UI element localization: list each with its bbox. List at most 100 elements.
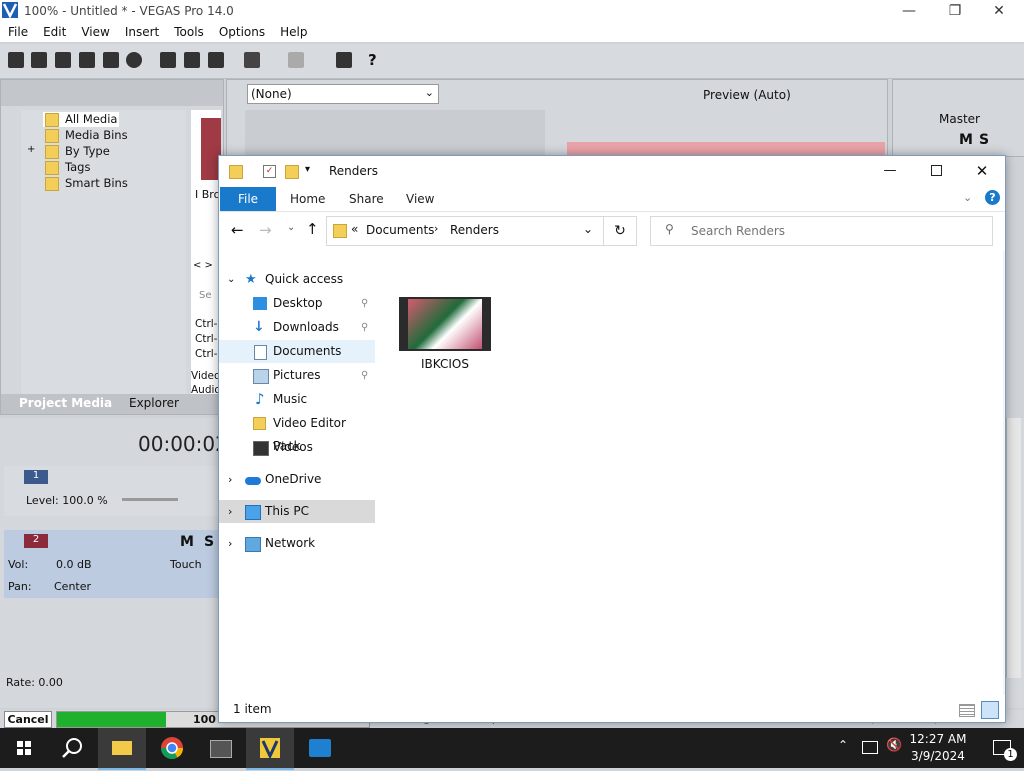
menu-edit[interactable]: Edit: [35, 22, 73, 39]
tab-explorer[interactable]: Explorer: [129, 396, 179, 410]
nav-pictures[interactable]: Pictures ⚲: [219, 364, 375, 387]
nav-videos[interactable]: Videos: [219, 436, 375, 459]
menu-options[interactable]: Options: [211, 22, 272, 39]
nav-network[interactable]: › Network: [219, 532, 375, 555]
menu-view[interactable]: View: [73, 22, 116, 39]
breadcrumb-separator-icon[interactable]: ›: [434, 222, 438, 235]
explorer-close-button[interactable]: ✕: [959, 156, 1005, 186]
save-icon[interactable]: [55, 52, 71, 68]
tree-item-tags[interactable]: Tags: [45, 160, 90, 175]
details-view-icon[interactable]: [959, 704, 975, 717]
tab-project-media[interactable]: Project Media: [19, 396, 112, 410]
breadcrumb-documents[interactable]: Documents: [366, 223, 434, 237]
help-icon[interactable]: ?: [368, 52, 384, 68]
track-2-mute-button[interactable]: M: [180, 534, 194, 550]
redo-icon[interactable]: [288, 52, 304, 68]
render-icon[interactable]: [103, 52, 119, 68]
menu-help[interactable]: Help: [272, 22, 314, 39]
preview-dropdown[interactable]: (None) ⌄: [247, 84, 439, 104]
tree-item-by-type[interactable]: By Type: [45, 144, 110, 159]
address-bar[interactable]: « Documents › Renders ⌄: [326, 216, 604, 246]
ribbon-tab-home[interactable]: Home: [290, 192, 325, 206]
pin-icon[interactable]: ⚲: [361, 292, 368, 315]
taskbar-vegas-pro[interactable]: [246, 728, 294, 770]
new-icon[interactable]: [8, 52, 24, 68]
taskbar-video-editor[interactable]: [296, 728, 344, 768]
expanded-chevron-icon[interactable]: ⌄: [227, 268, 235, 291]
address-dropdown-chevron-icon[interactable]: ⌄: [583, 222, 593, 236]
track-2-solo-button[interactable]: S: [204, 534, 214, 550]
nav-desktop[interactable]: Desktop ⚲: [219, 292, 375, 315]
taskbar-file-explorer[interactable]: [98, 728, 146, 770]
timeline-vertical-scrollbar[interactable]: [1006, 418, 1021, 678]
nav-quick-access[interactable]: ⌄ ★ Quick access: [219, 268, 375, 291]
collapsed-chevron-icon[interactable]: ›: [228, 468, 232, 491]
nav-music[interactable]: ♪ Music: [219, 388, 375, 411]
notification-center-button[interactable]: 1: [978, 728, 1024, 768]
edit-tool-icon[interactable]: [336, 52, 352, 68]
new-folder-icon[interactable]: [285, 165, 299, 179]
back-arrow-icon[interactable]: ←: [231, 221, 244, 239]
ribbon-expand-chevron-icon[interactable]: ⌄: [963, 191, 972, 204]
explorer-maximize-button[interactable]: [913, 156, 959, 186]
search-taskbar-button[interactable]: [48, 728, 96, 768]
tree-item-smart-bins[interactable]: Smart Bins: [45, 176, 128, 191]
up-arrow-icon[interactable]: ↑: [306, 220, 319, 238]
network-tray-icon[interactable]: [862, 741, 878, 754]
copy-icon[interactable]: [184, 52, 200, 68]
cut-icon[interactable]: [160, 52, 176, 68]
properties-gear-icon[interactable]: [126, 52, 142, 68]
explorer-minimize-button[interactable]: —: [867, 156, 913, 186]
breadcrumb-renders[interactable]: Renders: [450, 223, 499, 237]
track-2-mode[interactable]: Touch: [170, 558, 202, 571]
master-mute-button[interactable]: M: [959, 132, 973, 148]
master-solo-button[interactable]: S: [979, 132, 989, 148]
panel-nav-arrows[interactable]: < >: [193, 260, 213, 271]
collapsed-chevron-icon[interactable]: ›: [228, 500, 232, 523]
taskbar-date[interactable]: 3/9/2024: [900, 749, 976, 763]
start-button[interactable]: [0, 728, 48, 768]
open-icon[interactable]: [31, 52, 47, 68]
large-icons-view-icon[interactable]: [981, 701, 999, 719]
cancel-render-button[interactable]: Cancel: [4, 711, 52, 728]
undo-icon[interactable]: [244, 52, 260, 68]
address-overflow[interactable]: «: [351, 222, 358, 236]
taskbar-clapper-app[interactable]: [196, 728, 244, 768]
recent-locations-chevron-icon[interactable]: ⌄: [287, 222, 295, 233]
nav-onedrive[interactable]: › OneDrive: [219, 468, 375, 491]
tree-item-media-bins[interactable]: Media Bins: [45, 128, 128, 143]
ribbon-tab-view[interactable]: View: [406, 192, 434, 206]
quick-access-toolbar-dropdown[interactable]: ▾: [305, 164, 310, 175]
menu-file[interactable]: File: [0, 22, 35, 39]
tray-chevron-icon[interactable]: ⌃: [838, 738, 848, 752]
nav-downloads[interactable]: ↓ Downloads ⚲: [219, 316, 375, 339]
taskbar-time[interactable]: 12:27 AM: [900, 732, 976, 746]
search-box[interactable]: ⚲: [650, 216, 993, 246]
nav-documents[interactable]: Documents: [219, 340, 375, 363]
file-item[interactable]: IBKCIOS: [397, 295, 497, 375]
vegas-minimize-button[interactable]: —: [886, 0, 932, 22]
forward-arrow-icon[interactable]: →: [259, 221, 272, 239]
properties-check-icon[interactable]: ✓: [263, 165, 276, 178]
save-as-icon[interactable]: [79, 52, 95, 68]
preview-quality-label[interactable]: Preview (Auto): [703, 88, 791, 102]
search-input[interactable]: [689, 221, 983, 241]
tree-item-all-media[interactable]: All Media: [43, 112, 120, 127]
vegas-close-button[interactable]: ✕: [976, 0, 1022, 22]
help-icon[interactable]: ?: [985, 190, 1000, 205]
pin-icon[interactable]: ⚲: [361, 364, 368, 387]
ribbon-tab-share[interactable]: Share: [349, 192, 384, 206]
collapsed-chevron-icon[interactable]: ›: [228, 532, 232, 555]
ribbon-tab-file[interactable]: File: [220, 187, 276, 211]
nav-this-pc[interactable]: › This PC: [219, 500, 375, 523]
track-1-level-slider[interactable]: [122, 498, 178, 501]
menu-insert[interactable]: Insert: [117, 22, 166, 39]
taskbar-chrome[interactable]: [148, 728, 196, 768]
paste-icon[interactable]: [208, 52, 224, 68]
pin-icon[interactable]: ⚲: [361, 316, 368, 339]
vegas-restore-button[interactable]: ❐: [932, 0, 978, 22]
tree-expander[interactable]: +: [27, 144, 35, 155]
nav-video-editor-pack[interactable]: Video Editor Pack: [219, 412, 375, 453]
refresh-button[interactable]: ↻: [603, 216, 637, 246]
menu-tools[interactable]: Tools: [166, 22, 211, 39]
